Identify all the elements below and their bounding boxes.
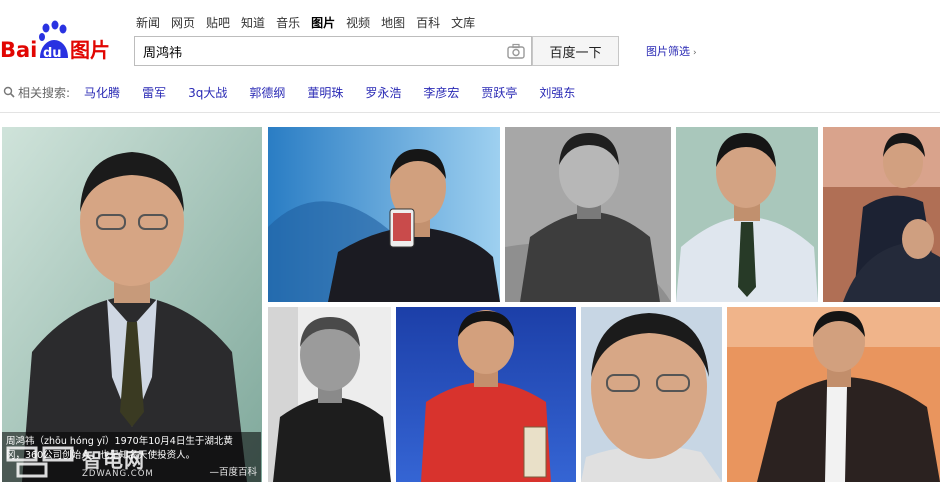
header-divider bbox=[0, 112, 940, 113]
related-searches-label: 相关搜索: bbox=[18, 85, 71, 100]
logo-text-du: du bbox=[43, 46, 62, 61]
image-result-9[interactable] bbox=[727, 307, 940, 482]
baidu-images-logo[interactable]: Bai du 图片 bbox=[0, 18, 126, 66]
logo-text-bai: Bai bbox=[0, 38, 37, 62]
watermark-domain: ZDWANG.COM bbox=[82, 469, 154, 479]
search-box bbox=[134, 36, 532, 66]
related-item[interactable]: 李彦宏 bbox=[423, 84, 459, 101]
image-result-7[interactable] bbox=[396, 307, 576, 482]
nav-tieba[interactable]: 贴吧 bbox=[206, 14, 230, 32]
search-input[interactable] bbox=[143, 37, 503, 65]
related-item[interactable]: 罗永浩 bbox=[365, 84, 401, 101]
search-button[interactable]: 百度一下 bbox=[532, 36, 619, 66]
nav-images[interactable]: 图片 bbox=[311, 14, 335, 32]
nav-zhidao[interactable]: 知道 bbox=[241, 14, 265, 32]
image-result-6[interactable] bbox=[268, 307, 391, 482]
chevron-right-icon: › bbox=[693, 48, 697, 58]
image-result-5[interactable] bbox=[823, 127, 940, 302]
camera-icon[interactable] bbox=[507, 43, 525, 59]
image-result-1[interactable] bbox=[2, 127, 262, 482]
image-result-2[interactable] bbox=[268, 127, 500, 302]
nav-web[interactable]: 网页 bbox=[171, 14, 195, 32]
related-item[interactable]: 刘强东 bbox=[539, 84, 575, 101]
related-searches: 相关搜索: 马化腾 雷军 3q大战 郭德纲 董明珠 罗永浩 李彦宏 贾跃亭 刘强… bbox=[3, 83, 597, 101]
caption-source-link[interactable]: —百度百科 bbox=[209, 466, 257, 480]
related-item[interactable]: 贾跃亭 bbox=[481, 84, 517, 101]
top-nav: 新闻 网页 贴吧 知道 音乐 图片 视频 地图 百科 文库 bbox=[136, 14, 486, 32]
related-item[interactable]: 马化腾 bbox=[84, 84, 120, 101]
nav-news[interactable]: 新闻 bbox=[136, 14, 160, 32]
nav-wenku[interactable]: 文库 bbox=[451, 14, 475, 32]
image-result-8[interactable] bbox=[581, 307, 722, 482]
related-item[interactable]: 3q大战 bbox=[188, 84, 227, 101]
logo-text-suffix: 图片 bbox=[70, 38, 110, 62]
related-item[interactable]: 郭德纲 bbox=[249, 84, 285, 101]
nav-music[interactable]: 音乐 bbox=[276, 14, 300, 32]
image-filter-label: 图片筛选 bbox=[646, 45, 690, 58]
image-result-4[interactable] bbox=[676, 127, 818, 302]
nav-baike[interactable]: 百科 bbox=[416, 14, 440, 32]
image-filter-link[interactable]: 图片筛选 › bbox=[646, 43, 697, 59]
nav-map[interactable]: 地图 bbox=[381, 14, 405, 32]
related-item[interactable]: 雷军 bbox=[142, 84, 166, 101]
nav-video[interactable]: 视频 bbox=[346, 14, 370, 32]
related-item[interactable]: 董明珠 bbox=[307, 84, 343, 101]
image-result-3[interactable] bbox=[505, 127, 671, 302]
search-icon bbox=[3, 86, 15, 98]
